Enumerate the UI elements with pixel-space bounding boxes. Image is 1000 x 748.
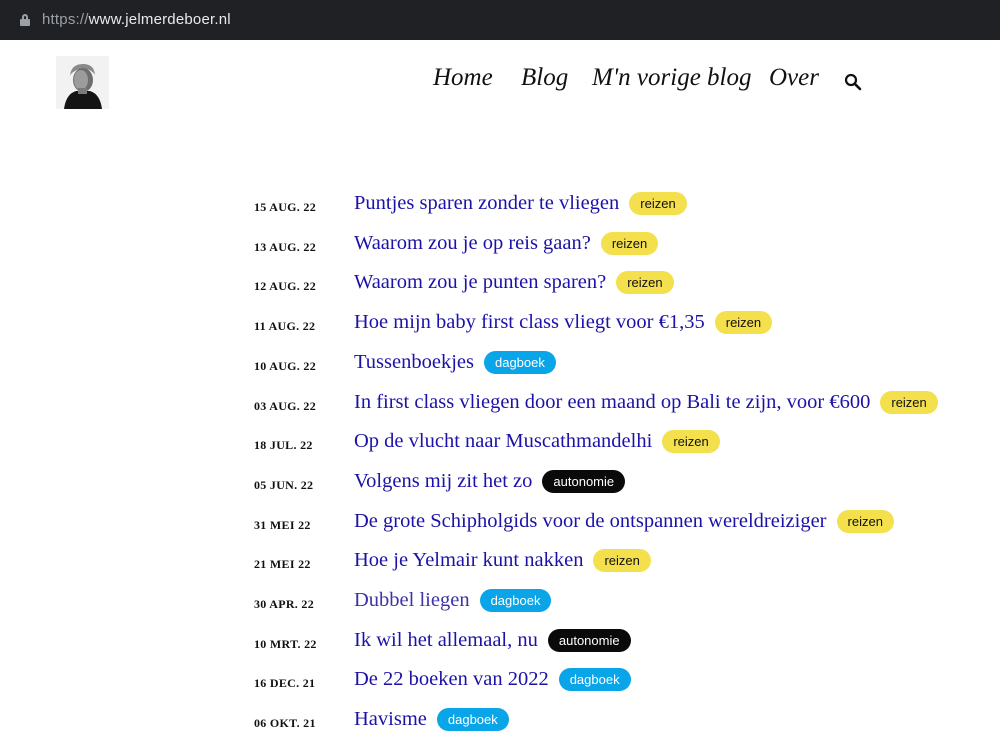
tag-reizen[interactable]: reizen	[714, 311, 773, 335]
post-row: 03 AUG. 22 In first class vliegen door ee…	[0, 385, 1000, 425]
post-title-link[interactable]: Op de vlucht naar Muscathmandelhi	[354, 430, 652, 453]
post-title-link[interactable]: Dubbel liegen	[354, 589, 470, 612]
lock-icon[interactable]	[20, 14, 30, 26]
post-line: Waarom zou je op reis gaan? reizen	[354, 231, 659, 255]
post-title-link[interactable]: Hoe je Yelmair kunt nakken	[354, 549, 583, 572]
browser-address-bar[interactable]: https://www.jelmerdeboer.nl	[0, 0, 1000, 40]
post-line: Havisme dagboek	[354, 708, 509, 732]
url-text[interactable]: https://www.jelmerdeboer.nl	[42, 11, 231, 28]
post-row: 18 JUL. 22 Op de vlucht naar Muscathmande…	[0, 424, 1000, 464]
tag-reizen[interactable]: reizen	[662, 430, 720, 454]
search-icon[interactable]	[844, 73, 862, 91]
post-date: 21 MEI 22	[254, 557, 311, 572]
post-line: Op de vlucht naar Muscathmandelhi reizen	[354, 430, 720, 454]
post-row: 11 AUG. 22 Hoe mijn baby first class vlie…	[0, 305, 1000, 345]
tag-dagboek[interactable]: dagboek	[483, 350, 556, 374]
post-line: Hoe je Yelmair kunt nakken reizen	[354, 549, 651, 573]
post-title-link[interactable]: In first class vliegen door een maand op…	[354, 391, 870, 414]
post-row: 13 AUG. 22 Waarom zou je op reis gaan? rei…	[0, 226, 1000, 266]
post-line: Waarom zou je punten sparen? reizen	[354, 271, 674, 295]
post-row: 05 JUN. 22 Volgens mij zit het zo autonomi…	[0, 464, 1000, 504]
tag-reizen[interactable]: reizen	[593, 549, 651, 573]
post-row: 30 APR. 22 Dubbel liegen dagboek	[0, 583, 1000, 623]
post-date: 15 AUG. 22	[254, 200, 317, 214]
post-row: 21 MEI 22 Hoe je Yelmair kunt nakken reize…	[0, 543, 1000, 583]
post-title-link[interactable]: Volgens mij zit het zo	[354, 470, 532, 493]
tag-reizen[interactable]: reizen	[616, 271, 674, 295]
post-title-link[interactable]: Tussenboekjes	[354, 351, 474, 374]
post-title-link[interactable]: De grote Schipholgids voor de ontspannen…	[354, 510, 827, 533]
post-date: 10 AUG. 22	[254, 358, 317, 373]
tag-dagboek[interactable]: dagboek	[558, 668, 631, 692]
post-date: 03 AUG. 22	[254, 398, 317, 413]
post-row: 15 AUG. 22 Puntjes sparen zonder te vlieg…	[0, 186, 1000, 226]
post-date: 31 MEI 22	[254, 517, 311, 532]
tag-reizen[interactable]: reizen	[836, 509, 894, 533]
post-line: Ik wil het allemaal, nu autonomie	[354, 628, 631, 652]
tag-dagboek[interactable]: dagboek	[479, 589, 552, 612]
post-row: 12 AUG. 22 Waarom zou je punten sparen? re…	[0, 265, 1000, 305]
post-line: Tussenboekjes dagboek	[354, 350, 556, 374]
post-date: 30 APR. 22	[254, 597, 314, 611]
post-row: 31 MEI 22 De grote Schipholgids voor de o…	[0, 504, 1000, 544]
tag-reizen[interactable]: reizen	[629, 192, 687, 215]
tag-autonomie[interactable]: autonomie	[542, 469, 626, 493]
nav-over[interactable]: Over	[769, 64, 819, 92]
post-title-link[interactable]: Havisme	[354, 708, 427, 731]
post-row: 10 AUG. 22 Tussenboekjes dagboek	[0, 345, 1000, 385]
post-line: De 22 boeken van 2022 dagboek	[354, 668, 631, 692]
post-date: 11 AUG. 22	[254, 319, 316, 334]
nav-blog[interactable]: Blog	[521, 64, 568, 92]
post-row: 06 OKT. 21 Havisme dagboek	[0, 702, 1000, 742]
tag-autonomie[interactable]: autonomie	[547, 628, 631, 652]
post-row: 16 DEC. 21 De 22 boeken van 2022 dagboek	[0, 662, 1000, 702]
post-line: In first class vliegen door een maand op…	[354, 390, 938, 414]
post-line: Dubbel liegen dagboek	[354, 589, 552, 612]
post-date: 18 JUL. 22	[254, 438, 313, 453]
post-title-link[interactable]: Puntjes sparen zonder te vliegen	[354, 192, 619, 215]
post-title-link[interactable]: Ik wil het allemaal, nu	[354, 629, 538, 652]
post-line: Puntjes sparen zonder te vliegen reizen	[354, 192, 687, 215]
post-date: 16 DEC. 21	[254, 676, 316, 691]
url-scheme: https://	[42, 11, 89, 28]
post-line: Volgens mij zit het zo autonomie	[354, 469, 626, 493]
post-title-link[interactable]: Waarom zou je punten sparen?	[354, 271, 606, 294]
tag-reizen[interactable]: reizen	[600, 231, 659, 255]
post-line: De grote Schipholgids voor de ontspannen…	[354, 509, 894, 533]
post-title-link[interactable]: Waarom zou je op reis gaan?	[354, 232, 591, 255]
post-date: 10 MRT. 22	[254, 636, 317, 651]
post-row: 10 MRT. 22 Ik wil het allemaal, nu autonom…	[0, 623, 1000, 663]
post-date: 05 JUN. 22	[254, 477, 314, 492]
nav-home[interactable]: Home	[433, 64, 493, 92]
post-title-link[interactable]: Hoe mijn baby first class vliegt voor €1…	[354, 311, 705, 334]
post-title-link[interactable]: De 22 boeken van 2022	[354, 668, 549, 691]
tag-dagboek[interactable]: dagboek	[436, 708, 509, 732]
nav-vorige-blog[interactable]: M'n vorige blog	[592, 64, 752, 92]
post-date: 06 OKT. 21	[254, 716, 316, 731]
post-line: Hoe mijn baby first class vliegt voor €1…	[354, 311, 773, 335]
url-host: www.jelmerdeboer.nl	[88, 11, 231, 28]
tag-reizen[interactable]: reizen	[880, 390, 938, 414]
post-date: 13 AUG. 22	[254, 239, 317, 254]
post-date: 12 AUG. 22	[254, 279, 317, 294]
